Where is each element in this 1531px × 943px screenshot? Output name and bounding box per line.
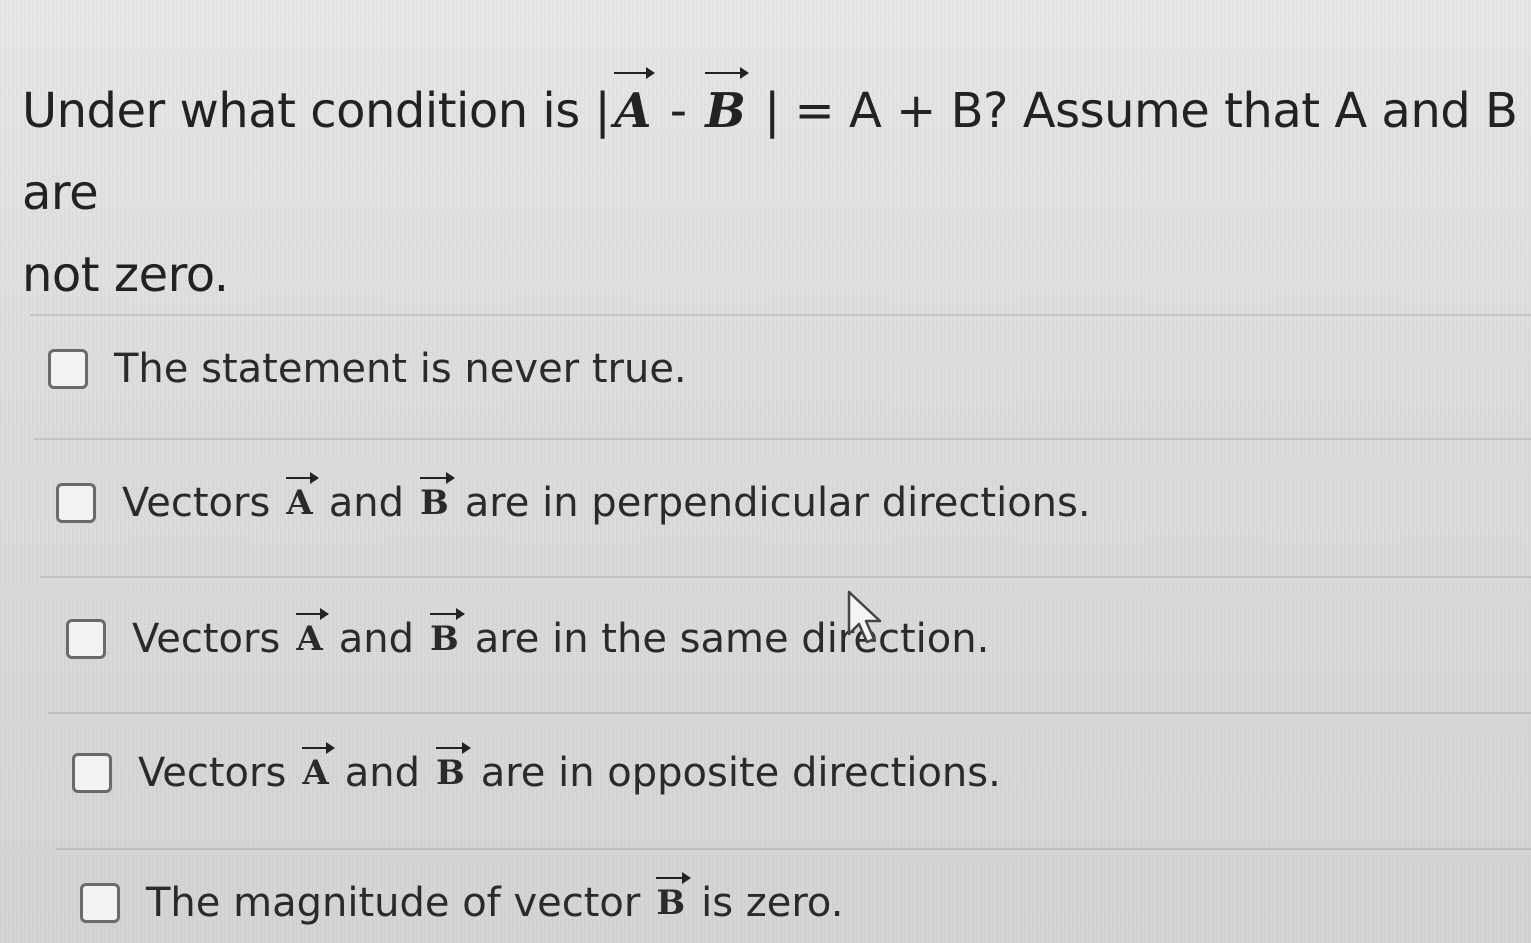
option-never-true[interactable]: The statement is never true. [48,346,687,392]
vector-b-symbol: B [650,872,691,923]
divider [56,848,1531,850]
checkbox-icon[interactable] [56,483,96,523]
option-lead: Vectors [132,616,281,662]
vector-b-symbol: B [424,608,465,659]
divider [40,576,1531,578]
option-label: The statement is never true. [114,346,687,392]
option-tail: is zero. [701,880,844,926]
vector-b-symbol: B [701,67,750,152]
option-tail: are in opposite directions. [480,750,1001,796]
option-lead: The magnitude of vector [146,880,641,926]
photographed-screen: Under what condition is |A - B | = A + B… [0,0,1531,943]
checkbox-icon[interactable] [66,619,106,659]
option-lead: Vectors [138,750,287,796]
vector-a-symbol: A [610,67,655,152]
option-mid: and [328,480,404,526]
option-mid: and [344,750,420,796]
vector-a-symbol: A [296,742,336,793]
mouse-pointer-icon [847,590,882,644]
option-mid: and [338,616,414,662]
checkbox-icon[interactable] [48,349,88,389]
question-minus: - [654,83,702,139]
checkbox-icon[interactable] [80,883,120,923]
question-text: Under what condition is |A - B | = A + B… [22,67,1522,316]
checkbox-icon[interactable] [72,753,112,793]
option-tail: are in the same direction. [474,616,990,662]
vector-b-symbol: B [414,472,455,523]
option-perpendicular[interactable]: Vectors A and B are in perpendicular dir… [56,472,1091,526]
divider [34,438,1531,440]
divider [48,712,1531,714]
vector-a-symbol: A [280,472,320,523]
option-opposite[interactable]: Vectors A and B are in opposite directio… [72,742,1001,796]
vector-b-symbol: B [430,742,471,793]
option-tail: are in perpendicular directions. [464,480,1091,526]
divider [30,314,1531,316]
option-b-zero[interactable]: The magnitude of vector B is zero. [80,872,844,926]
question-line2: not zero. [22,247,229,303]
question-prefix: Under what condition is | [22,83,611,139]
option-lead: Vectors [122,480,271,526]
vector-a-symbol: A [290,608,330,659]
